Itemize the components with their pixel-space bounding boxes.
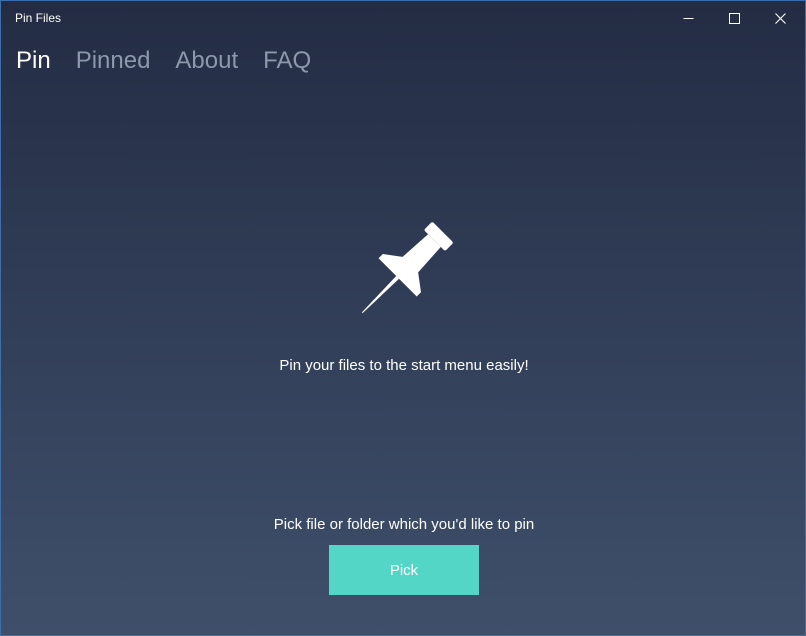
pushpin-icon [351, 218, 457, 324]
maximize-button[interactable] [711, 1, 757, 35]
close-button[interactable] [757, 1, 803, 35]
pick-prompt-text: Pick file or folder which you'd like to … [273, 516, 535, 533]
maximize-icon [728, 12, 740, 24]
title-bar[interactable]: Pin Files [1, 1, 805, 35]
tagline-text: Pin your files to the start menu easily! [279, 357, 529, 374]
tab-pin[interactable]: Pin [16, 45, 51, 79]
close-icon [774, 12, 786, 24]
tab-pinned[interactable]: Pinned [76, 45, 151, 79]
tab-faq[interactable]: FAQ [263, 45, 311, 79]
tab-about[interactable]: About [175, 45, 238, 79]
pick-button[interactable]: Pick [329, 545, 479, 595]
pivot-nav: Pin Pinned About FAQ [16, 45, 336, 79]
minimize-icon [683, 13, 694, 24]
app-title: Pin Files [15, 11, 62, 25]
app-window: Pin Files Pin Pinned About FAQ Pin your … [0, 0, 806, 636]
minimize-button[interactable] [665, 1, 711, 35]
